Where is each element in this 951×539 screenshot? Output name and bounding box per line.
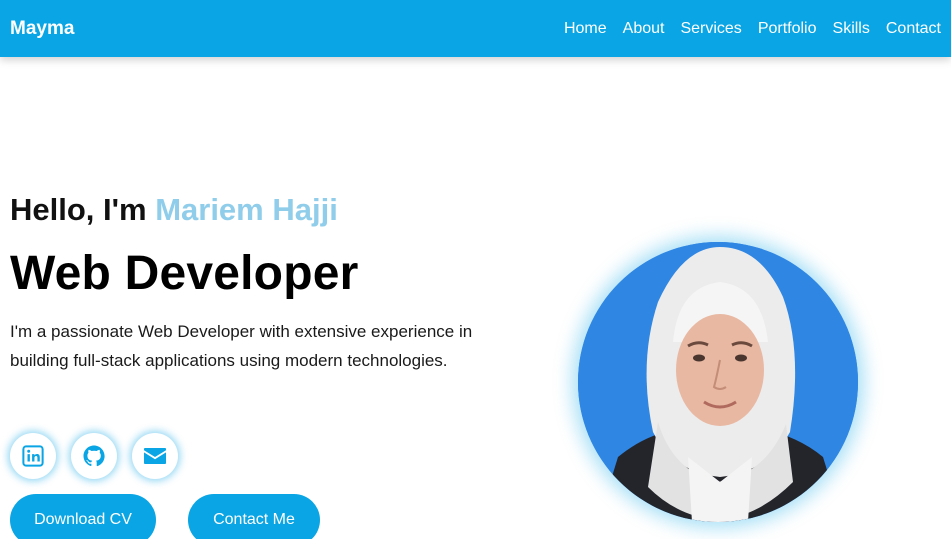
linkedin-icon xyxy=(22,445,44,467)
nav-contact-link[interactable]: Contact xyxy=(886,20,941,38)
hero-greeting: Hello, I'm Mariem Hajji xyxy=(10,192,338,228)
profile-photo xyxy=(578,242,858,522)
download-cv-button[interactable]: Download CV xyxy=(10,494,156,539)
profile-photo-illustration xyxy=(578,242,858,522)
hero-description: I'm a passionate Web Developer with exte… xyxy=(10,322,473,370)
social-links xyxy=(10,433,193,479)
brand-logo[interactable]: Mayma xyxy=(10,18,74,40)
greeting-text: Hello, I'm xyxy=(10,192,156,227)
github-icon xyxy=(83,445,105,467)
nav-about-link[interactable]: About xyxy=(623,20,665,38)
hero-name: Mariem Hajji xyxy=(155,192,338,227)
hero-role: Web Developer xyxy=(10,247,359,300)
nav-portfolio-link[interactable]: Portfolio xyxy=(758,20,817,38)
contact-me-button[interactable]: Contact Me xyxy=(188,494,320,539)
nav-services-link[interactable]: Services xyxy=(680,20,741,38)
navbar: Mayma Home About Services Portfolio Skil… xyxy=(0,0,951,57)
nav-skills-link[interactable]: Skills xyxy=(833,20,870,38)
mail-icon xyxy=(144,448,166,464)
github-button[interactable] xyxy=(71,433,117,479)
nav-links: Home About Services Portfolio Skills Con… xyxy=(548,20,941,38)
linkedin-button[interactable] xyxy=(10,433,56,479)
mail-button[interactable] xyxy=(132,433,178,479)
nav-home-link[interactable]: Home xyxy=(564,20,607,38)
